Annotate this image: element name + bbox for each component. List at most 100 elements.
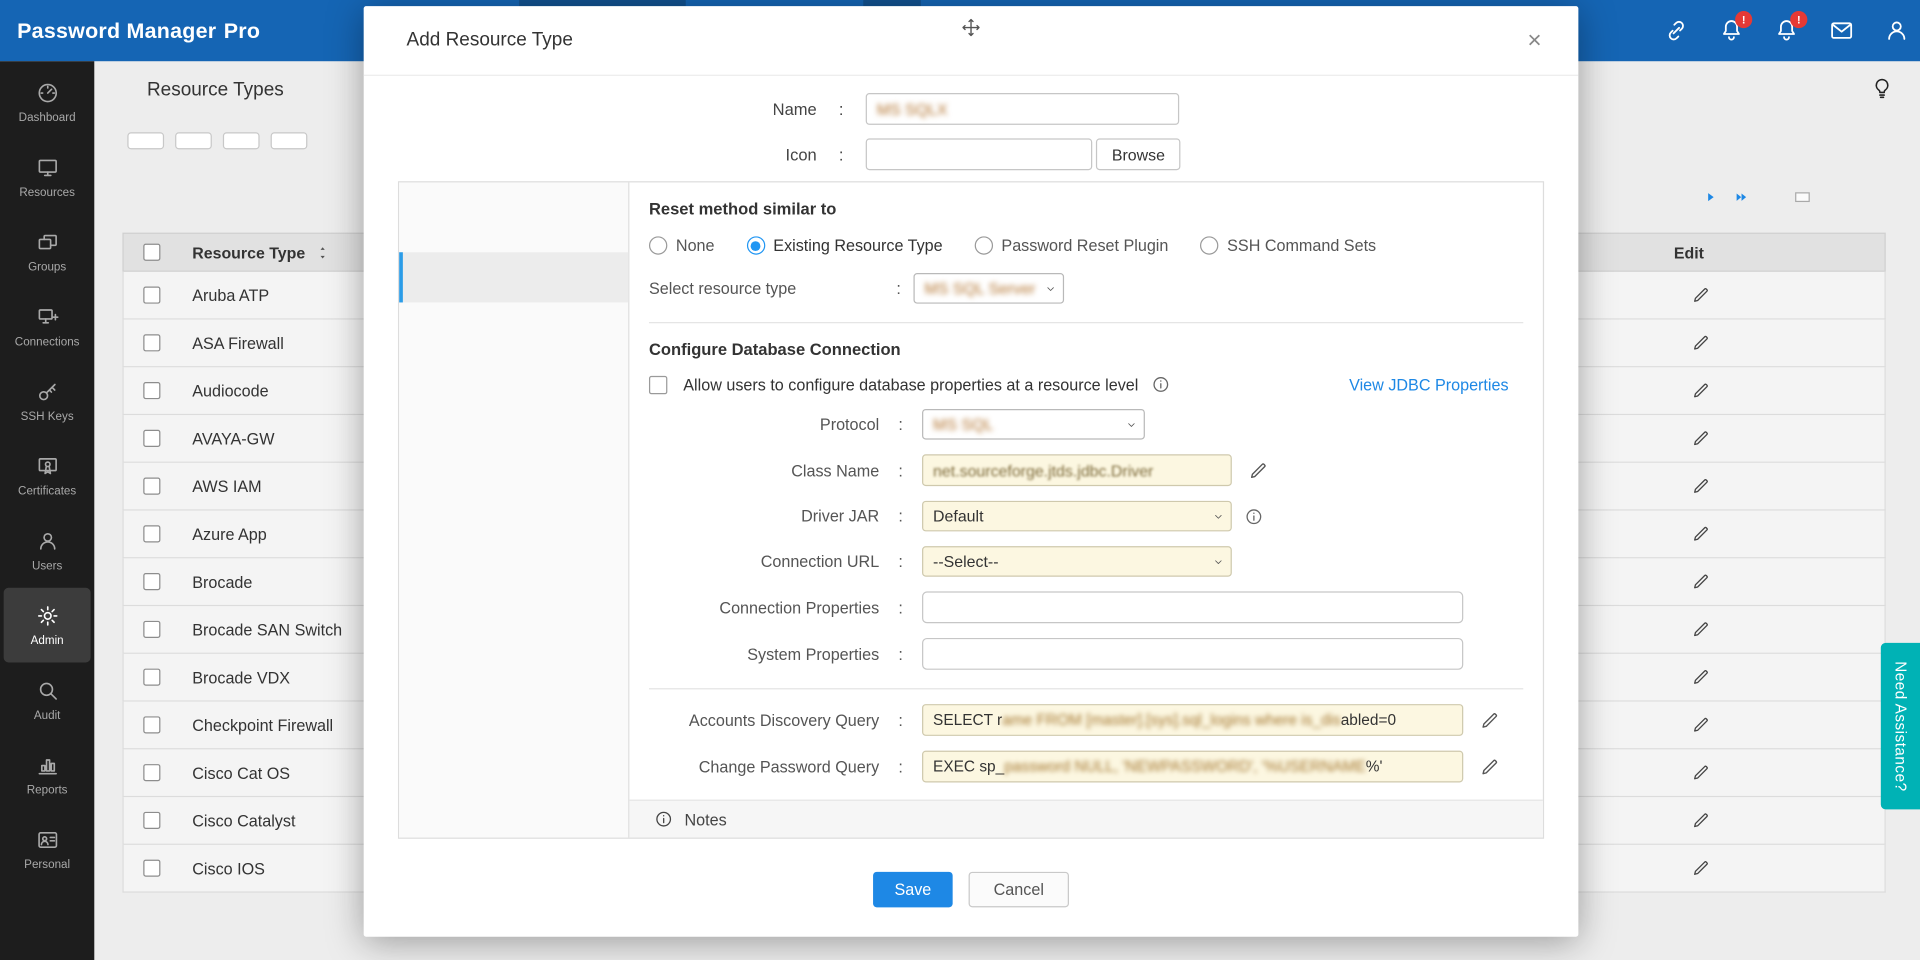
icon-input[interactable] <box>866 138 1093 170</box>
toolbar-button-add[interactable] <box>127 132 164 149</box>
select-all-checkbox[interactable] <box>143 244 160 261</box>
row-checkbox[interactable] <box>143 716 160 733</box>
page-size-50[interactable] <box>1795 192 1810 202</box>
edit-pencil-icon[interactable] <box>1691 763 1711 783</box>
edit-pencil-icon[interactable] <box>1691 381 1711 401</box>
edit-pencil-icon[interactable] <box>1691 811 1711 831</box>
resource-type-cell: AVAYA-GW <box>192 429 274 447</box>
sidebar-item-dashboard[interactable]: Dashboard <box>4 65 91 140</box>
edit-pencil-icon[interactable] <box>1691 858 1711 878</box>
class-name-row: Class Name : net.sourceforge.jtds.jdbc.D… <box>649 454 1523 486</box>
resource-type-cell: Aruba ATP <box>192 286 269 304</box>
edit-pencil-icon[interactable] <box>1691 667 1711 687</box>
sidebar-item-users[interactable]: Users <box>4 513 91 588</box>
header-icon[interactable]: ! <box>1718 17 1745 44</box>
info-icon[interactable] <box>1151 375 1171 395</box>
last-page-icon[interactable] <box>1734 190 1749 205</box>
info-icon[interactable] <box>1244 506 1264 526</box>
row-checkbox[interactable] <box>143 430 160 447</box>
edit-pencil-icon[interactable] <box>1691 715 1711 735</box>
edit-pencil-icon[interactable] <box>1691 285 1711 305</box>
resource-type-select[interactable]: MS SQL Server <box>913 273 1063 304</box>
radio-password-reset-plugin[interactable]: Password Reset Plugin <box>974 236 1168 254</box>
toolbar-button-b[interactable] <box>271 132 308 149</box>
view-jdbc-properties-link[interactable]: View JDBC Properties <box>1349 375 1508 393</box>
driver-jar-select[interactable]: Default <box>922 501 1232 532</box>
allow-db-properties-label: Allow users to configure database proper… <box>683 375 1138 393</box>
next-page-icon[interactable] <box>1703 190 1718 205</box>
row-checkbox[interactable] <box>143 287 160 304</box>
sidebar-item-ssh-keys[interactable]: SSH Keys <box>4 364 91 439</box>
row-checkbox[interactable] <box>143 669 160 686</box>
browse-button[interactable]: Browse <box>1096 138 1181 170</box>
header-icon[interactable] <box>1663 17 1690 44</box>
save-button[interactable]: Save <box>873 872 953 908</box>
radio-existing-resource-type[interactable]: Existing Resource Type <box>746 236 942 254</box>
row-checkbox[interactable] <box>143 812 160 829</box>
system-properties-row: System Properties : <box>649 638 1523 670</box>
sidebar-item-resources[interactable]: Resources <box>4 140 91 215</box>
edit-pencil-icon[interactable] <box>1691 620 1711 640</box>
edit-pencil-icon[interactable] <box>1479 756 1500 777</box>
toolbar-button-filter[interactable] <box>223 132 260 149</box>
sidebar-item-certificates[interactable]: Certificates <box>4 438 91 513</box>
section-divider <box>649 322 1523 323</box>
header-icon[interactable]: ! <box>1773 17 1800 44</box>
page-size-75[interactable] <box>1826 192 1841 202</box>
sidebar-item-admin[interactable]: Admin <box>4 588 91 663</box>
edit-pencil-icon[interactable] <box>1479 710 1500 731</box>
protocol-select[interactable]: MS SQL <box>922 409 1145 440</box>
field-colon: : <box>879 415 922 433</box>
sort-icon[interactable] <box>315 243 331 261</box>
edit-pencil-icon[interactable] <box>1691 333 1711 353</box>
connection-url-select[interactable]: --Select-- <box>922 546 1232 577</box>
radio-circle-icon <box>746 236 764 254</box>
row-checkbox[interactable] <box>143 860 160 877</box>
edit-pencil-icon[interactable] <box>1691 524 1711 544</box>
cancel-button[interactable]: Cancel <box>969 872 1069 908</box>
row-checkbox[interactable] <box>143 334 160 351</box>
row-checkbox[interactable] <box>143 382 160 399</box>
accounts-discovery-query-input[interactable]: SELECT rame FROM [master].[sys].sql_logi… <box>922 704 1463 736</box>
sidebar-item-groups[interactable]: Groups <box>4 214 91 289</box>
row-checkbox[interactable] <box>143 621 160 638</box>
connection-properties-input[interactable] <box>922 591 1463 623</box>
edit-pencil-icon[interactable] <box>1691 429 1711 449</box>
connection-url-row: Connection URL : --Select-- <box>649 546 1523 577</box>
allow-db-properties-checkbox[interactable] <box>649 375 667 393</box>
need-assistance-tab[interactable]: Need Assistance? <box>1881 643 1920 810</box>
row-checkbox[interactable] <box>143 478 160 495</box>
sidebar-item-reports[interactable]: Reports <box>4 737 91 812</box>
row-checkbox[interactable] <box>143 573 160 590</box>
row-checkbox[interactable] <box>143 525 160 542</box>
protocol-row: Protocol : MS SQL <box>649 409 1523 440</box>
field-colon: : <box>817 145 866 163</box>
radio-ssh-command-sets[interactable]: SSH Command Sets <box>1200 236 1376 254</box>
close-icon[interactable]: × <box>1527 28 1541 52</box>
tab-advanced[interactable] <box>399 252 628 302</box>
sidebar-item-personal[interactable]: Personal <box>4 812 91 887</box>
page-size-25[interactable] <box>1764 192 1779 202</box>
section-divider <box>649 688 1523 689</box>
tab-general[interactable] <box>399 202 628 252</box>
notes-bar[interactable]: Notes <box>629 800 1542 838</box>
edit-pencil-icon[interactable] <box>1691 476 1711 496</box>
page-size-100[interactable] <box>1856 192 1871 202</box>
class-name-input[interactable]: net.sourceforge.jtds.jdbc.Driver <box>922 454 1232 486</box>
edit-pencil-icon[interactable] <box>1248 460 1269 481</box>
edit-pencil-icon[interactable] <box>1691 572 1711 592</box>
name-input[interactable]: MS SQLX <box>866 93 1179 125</box>
lightbulb-icon[interactable] <box>1870 76 1894 100</box>
change-password-query-input[interactable]: EXEC sp_password NULL, 'NEWPASSWORD', '%… <box>922 751 1463 783</box>
drag-handle-icon[interactable] <box>961 17 982 38</box>
radio-none[interactable]: None <box>649 236 715 254</box>
header-icon[interactable] <box>1828 17 1855 44</box>
system-properties-input[interactable] <box>922 638 1463 670</box>
chevron-down-icon <box>1044 282 1056 294</box>
row-checkbox[interactable] <box>143 764 160 781</box>
toolbar-button-delete[interactable] <box>175 132 212 149</box>
sidebar-item-audit[interactable]: Audit <box>4 662 91 737</box>
header-icon[interactable] <box>1883 17 1910 44</box>
table-toolbar <box>127 132 307 149</box>
sidebar-item-connections[interactable]: Connections <box>4 289 91 364</box>
